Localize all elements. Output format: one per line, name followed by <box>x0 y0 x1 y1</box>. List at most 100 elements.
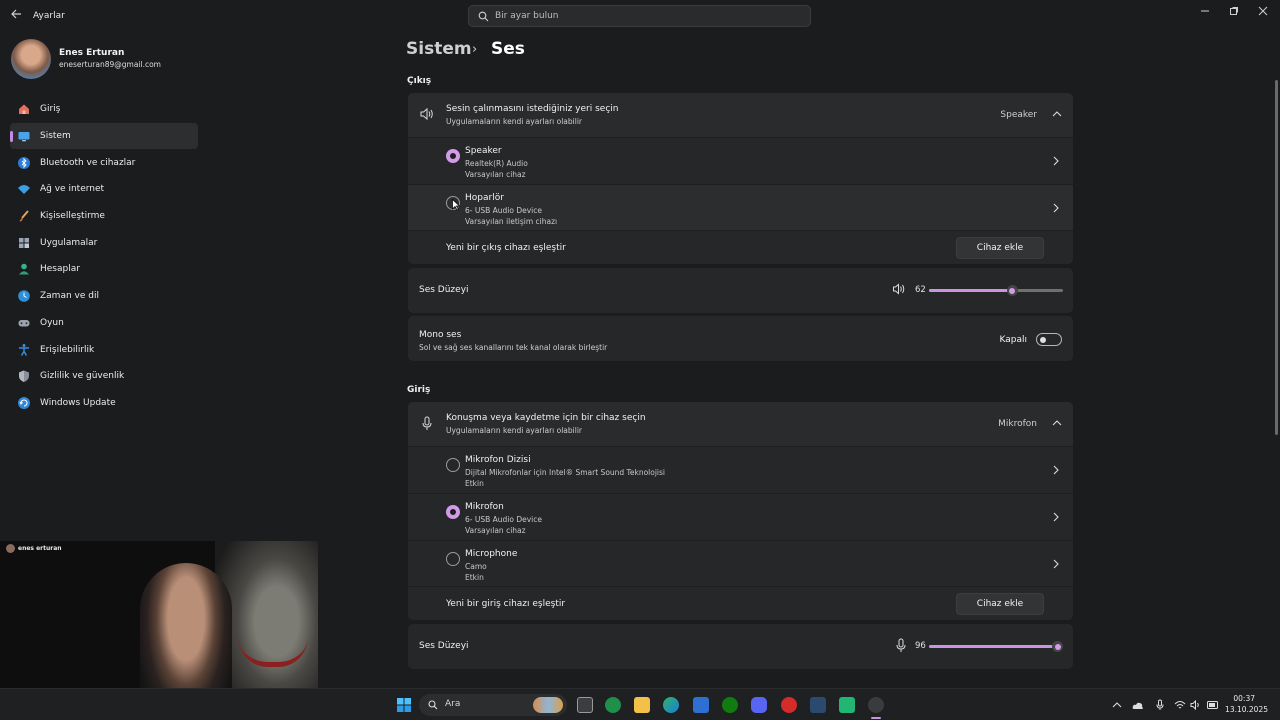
output-volume-slider[interactable] <box>929 285 1063 296</box>
sidebar-item-apps[interactable]: Uygulamalar <box>10 229 198 256</box>
speaker-icon <box>419 107 435 124</box>
taskbar: Ara 00:37 13.10.2025 <box>0 688 1280 720</box>
output-section-label: Çıkış <box>407 76 432 86</box>
radio-mikrofon-dizisi[interactable] <box>446 458 460 472</box>
selected-input-device: Mikrofon <box>998 419 1037 429</box>
volume-icon[interactable] <box>892 283 906 298</box>
settings-gear-icon[interactable] <box>868 697 884 713</box>
microphone-icon[interactable] <box>1154 699 1166 711</box>
radio-mikrofon[interactable] <box>446 505 460 519</box>
edge-icon[interactable] <box>663 697 679 713</box>
input-device-row-mikrofon-dizisi[interactable]: Mikrofon Dizisi Dijital Mikrofonlar için… <box>408 446 1073 492</box>
shield-icon <box>16 368 32 384</box>
input-volume-card: Ses Düzeyi 96 <box>408 624 1073 669</box>
clock-time[interactable]: 00:37 <box>1233 694 1255 703</box>
close-icon <box>1258 6 1268 16</box>
output-device-row-speaker[interactable]: Speaker Realtek(R) Audio Varsayılan ciha… <box>408 137 1073 183</box>
maximize-button[interactable] <box>1225 4 1243 18</box>
onedrive-icon[interactable] <box>1132 699 1144 711</box>
radio-speaker[interactable] <box>446 149 460 163</box>
file-explorer-icon[interactable] <box>634 697 650 713</box>
chevron-right-icon[interactable] <box>1052 465 1060 478</box>
restore-icon <box>1230 7 1238 15</box>
whatsapp-icon[interactable] <box>839 697 855 713</box>
mono-audio-toggle[interactable] <box>1036 333 1062 346</box>
input-volume-thumb[interactable] <box>1052 641 1064 652</box>
output-volume-value: 62 <box>915 285 926 295</box>
close-button[interactable] <box>1254 4 1272 18</box>
active-app-indicator <box>871 717 881 719</box>
taskbar-search[interactable]: Ara <box>419 694 567 716</box>
add-input-device-button[interactable]: Cihaz ekle <box>956 593 1044 615</box>
home-icon <box>16 101 32 117</box>
avatar[interactable] <box>11 39 51 79</box>
microphone-icon[interactable] <box>896 638 906 656</box>
output-volume-thumb[interactable] <box>1006 285 1018 296</box>
sidebar-item-accounts[interactable]: Hesaplar <box>10 256 198 283</box>
opera-icon[interactable] <box>781 697 797 713</box>
output-volume-card: Ses Düzeyi 62 <box>408 268 1073 313</box>
apps-icon <box>16 235 32 251</box>
input-device-row-mikrofon[interactable]: Mikrofon 6- USB Audio Device Varsayılan … <box>408 493 1073 539</box>
search-icon <box>478 11 489 22</box>
mouse-cursor-icon <box>452 198 461 214</box>
input-device-header[interactable]: Konuşma veya kaydetme için bir cihaz seç… <box>408 402 1073 446</box>
input-volume-fill <box>929 645 1058 648</box>
chevron-up-icon[interactable] <box>1111 699 1123 711</box>
chevron-right-icon[interactable] <box>1052 512 1060 525</box>
output-device-row-hoparlor[interactable]: Hoparlör 6- USB Audio Device Varsayılan … <box>408 184 1073 230</box>
add-output-device-button[interactable]: Cihaz ekle <box>956 237 1044 259</box>
wifi-icon[interactable] <box>1174 699 1186 711</box>
clock-date[interactable]: 13.10.2025 <box>1225 705 1268 714</box>
sidebar-item-windows-update[interactable]: Windows Update <box>10 390 198 417</box>
sidebar-item-time-language[interactable]: Zaman ve dil <box>10 283 198 310</box>
selected-output-device: Speaker <box>1000 110 1037 120</box>
battery-icon[interactable] <box>1207 699 1219 711</box>
volume-icon[interactable] <box>1190 699 1202 711</box>
store-icon[interactable] <box>693 697 709 713</box>
settings-search-box[interactable] <box>468 5 811 27</box>
pair-input-device-row: Yeni bir giriş cihazı eşleştir Cihaz ekl… <box>408 586 1073 621</box>
minimize-button[interactable] <box>1196 4 1214 18</box>
microphone-icon <box>422 416 432 434</box>
sidebar-item-privacy[interactable]: Gizlilik ve güvenlik <box>10 363 198 390</box>
accessibility-icon <box>16 342 32 358</box>
radio-microphone[interactable] <box>446 552 460 566</box>
discord-icon[interactable] <box>751 697 767 713</box>
chevron-up-icon <box>1052 419 1062 430</box>
chevron-up-icon <box>1052 110 1062 121</box>
search-input[interactable] <box>495 9 795 23</box>
page-title: Ses <box>491 39 525 59</box>
breadcrumb-parent[interactable]: Sistem <box>406 39 472 59</box>
scrollbar[interactable] <box>1275 80 1278 435</box>
start-button[interactable] <box>396 697 412 713</box>
sidebar-item-gaming[interactable]: Oyun <box>10 310 198 337</box>
input-volume-slider[interactable] <box>929 641 1064 652</box>
sidebar-item-system[interactable]: Sistem <box>10 122 198 150</box>
webcam-name: enes erturan <box>18 545 62 552</box>
back-arrow-icon[interactable] <box>10 8 26 24</box>
webcam-avatar <box>6 544 15 553</box>
chevron-right-icon[interactable] <box>1052 203 1060 216</box>
chevron-right-icon[interactable] <box>1052 559 1060 572</box>
sidebar-item-network[interactable]: Ağ ve internet <box>10 176 198 203</box>
input-device-card: Konuşma veya kaydetme için bir cihaz seç… <box>408 402 1073 620</box>
chevron-right-icon[interactable] <box>1052 156 1060 169</box>
app-title: Ayarlar <box>33 11 65 21</box>
update-icon <box>16 395 32 411</box>
sidebar-item-accessibility[interactable]: Erişilebilirlik <box>10 336 198 363</box>
xbox-icon[interactable] <box>722 697 738 713</box>
xbox-game-icon[interactable] <box>605 697 621 713</box>
input-volume-value: 96 <box>915 641 926 651</box>
system-icon <box>16 128 32 144</box>
steam-icon[interactable] <box>810 697 826 713</box>
sidebar-item-personalization[interactable]: Kişiselleştirme <box>10 203 198 230</box>
output-volume-fill <box>929 289 1013 292</box>
sidebar-item-bluetooth[interactable]: Bluetooth ve cihazlar <box>10 149 198 176</box>
task-view-icon[interactable] <box>577 697 593 713</box>
input-device-row-microphone[interactable]: Microphone Camo Etkin <box>408 540 1073 586</box>
globe-clock-icon <box>16 288 32 304</box>
output-device-header[interactable]: Sesin çalınmasını istediğiniz yeri seçin… <box>408 93 1073 137</box>
sidebar-item-home[interactable]: Giriş <box>10 96 198 123</box>
gamepad-icon <box>16 315 32 331</box>
